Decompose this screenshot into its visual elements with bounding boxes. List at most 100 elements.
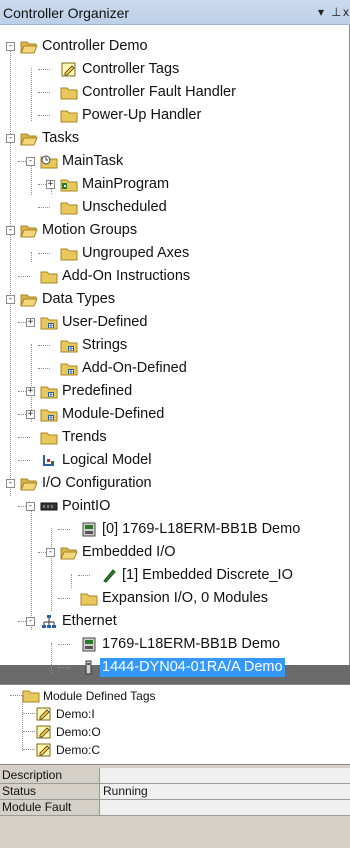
collapse-icon[interactable]: - (6, 226, 15, 235)
tag-item[interactable]: Demo:C (35, 741, 100, 758)
folder-icon (60, 200, 78, 216)
property-value[interactable] (100, 768, 350, 783)
task-icon (40, 154, 58, 170)
tag-icon (35, 706, 53, 722)
discrete-io-icon (100, 568, 118, 584)
tree-node-ungrouped-axes[interactable]: Ungrouped Axes (60, 242, 191, 265)
tree-node-module-defined[interactable]: Module-Defined (40, 403, 166, 426)
tree-node-eth-controller[interactable]: 1769-L18ERM-BB1B Demo (80, 633, 282, 656)
module-icon (80, 637, 98, 653)
tree-node-label: Add-On-Defined (82, 360, 187, 376)
tree-node-io-config[interactable]: I/O Configuration (20, 472, 154, 495)
details-pane: Module Defined Tags Demo:I Demo:O Demo:C… (0, 684, 350, 848)
expand-icon[interactable]: + (26, 410, 35, 419)
tree-node-label: Expansion I/O, 0 Modules (102, 590, 269, 606)
collapse-icon[interactable]: - (6, 134, 15, 143)
program-icon (60, 177, 78, 193)
tree-node-user-defined[interactable]: User-Defined (40, 311, 149, 334)
tree-node-addon-defined[interactable]: Add-On-Defined (60, 357, 189, 380)
open-folder-icon (20, 39, 38, 55)
tree-node-label: Motion Groups (42, 222, 138, 238)
tree-node-strings[interactable]: Strings (60, 334, 129, 357)
tree-node-ethernet[interactable]: Ethernet (40, 610, 119, 633)
tree-node-mainprogram[interactable]: MainProgram (60, 173, 171, 196)
tree-node-label: Tasks (42, 130, 80, 146)
module-defined-tags-folder[interactable]: Module Defined Tags (22, 687, 156, 704)
tree-node-pointio[interactable]: PointIO (40, 495, 112, 518)
tree-node-data-types[interactable]: Data Types (20, 288, 117, 311)
tree-node-tasks[interactable]: Tasks (20, 127, 81, 150)
tree-node-eth-dyn[interactable]: 1444-DYN04-01RA/A Demo (80, 656, 285, 679)
tree-node-label: Add-On Instructions (62, 268, 191, 284)
expand-icon[interactable]: + (46, 180, 55, 189)
tag-label: Demo:O (56, 724, 101, 739)
backplane-icon (40, 499, 58, 515)
folder-icon (40, 269, 58, 285)
tree-node-label: Embedded I/O (82, 544, 176, 560)
tree-node-controller-tags[interactable]: Controller Tags (60, 58, 181, 81)
tree-node-label: Module-Defined (62, 406, 165, 422)
tree-node-trends[interactable]: Trends (40, 426, 109, 449)
collapse-icon[interactable]: - (6, 295, 15, 304)
property-name: Status (0, 784, 100, 799)
open-folder-icon (60, 545, 78, 561)
tree-node-controller[interactable]: Controller Demo (20, 35, 150, 58)
tree-node-logical-model[interactable]: Logical Model (40, 449, 153, 472)
property-row-status: Status Running (0, 784, 350, 800)
tree-node-label: Controller Fault Handler (82, 84, 236, 100)
tree-node-unscheduled[interactable]: Unscheduled (60, 196, 169, 219)
tree-node-fault-handler[interactable]: Controller Fault Handler (60, 81, 238, 104)
collapse-icon[interactable]: - (26, 157, 35, 166)
collapse-icon[interactable]: - (46, 548, 55, 557)
folder-icon (60, 246, 78, 262)
tree-node-predefined[interactable]: Predefined (40, 380, 134, 403)
tree-node-label: Predefined (62, 383, 133, 399)
tag-item[interactable]: Demo:O (35, 723, 101, 740)
folder-icon (80, 591, 98, 607)
data-type-icon (40, 384, 58, 400)
window-title: Controller Organizer (3, 5, 130, 21)
module-icon (80, 522, 98, 538)
ethernet-network-icon (40, 614, 58, 630)
tags-icon (60, 62, 78, 78)
property-row-description: Description (0, 768, 350, 784)
collapse-icon[interactable]: - (6, 479, 15, 488)
tree-node-label: Controller Tags (82, 61, 180, 77)
property-name: Description (0, 768, 100, 783)
data-type-icon (40, 315, 58, 331)
tree-node-label: I/O Configuration (42, 475, 152, 491)
open-folder-icon (20, 223, 38, 239)
folder-icon (22, 688, 40, 704)
expand-icon[interactable]: + (26, 387, 35, 396)
module-tags-box: Module Defined Tags Demo:I Demo:O Demo:C (0, 685, 350, 765)
property-value[interactable] (100, 800, 350, 815)
tree-node-label: Data Types (42, 291, 116, 307)
tree-node-maintask[interactable]: MainTask (40, 150, 125, 173)
collapse-icon[interactable]: - (26, 502, 35, 511)
tree-node-label: MainProgram (82, 176, 170, 192)
expand-icon[interactable]: + (26, 318, 35, 327)
collapse-icon[interactable]: - (6, 42, 15, 51)
tree-node-label: MainTask (62, 153, 124, 169)
tree-node-motion-groups[interactable]: Motion Groups (20, 219, 139, 242)
organizer-tree[interactable]: - Controller Demo Controller Tags Controlle… (0, 25, 350, 677)
tree-node-embedded-discrete[interactable]: [1] Embedded Discrete_IO (100, 564, 295, 587)
tree-node-label: Power-Up Handler (82, 107, 202, 123)
open-folder-icon (20, 476, 38, 492)
collapse-icon[interactable]: - (26, 617, 35, 626)
tree-node-embedded-io[interactable]: Embedded I/O (60, 541, 178, 564)
tree-node-aoi[interactable]: Add-On Instructions (40, 265, 192, 288)
close-icon[interactable]: x (343, 5, 349, 19)
tree-node-expansion-io[interactable]: Expansion I/O, 0 Modules (80, 587, 270, 610)
autohide-pin-icon[interactable]: ⊥ (331, 5, 341, 19)
tree-node-label: Unscheduled (82, 199, 167, 215)
tag-item[interactable]: Demo:I (35, 705, 95, 722)
tree-node-label: Logical Model (62, 452, 152, 468)
tree-node-label: 1444-DYN04-01RA/A Demo (100, 658, 285, 677)
data-type-icon (60, 361, 78, 377)
pin-icon[interactable]: ▾ (318, 5, 324, 19)
property-name: Module Fault (0, 800, 100, 815)
property-value[interactable]: Running (100, 784, 350, 799)
tree-node-powerup-handler[interactable]: Power-Up Handler (60, 104, 203, 127)
tree-node-slot0[interactable]: [0] 1769-L18ERM-BB1B Demo (80, 518, 302, 541)
